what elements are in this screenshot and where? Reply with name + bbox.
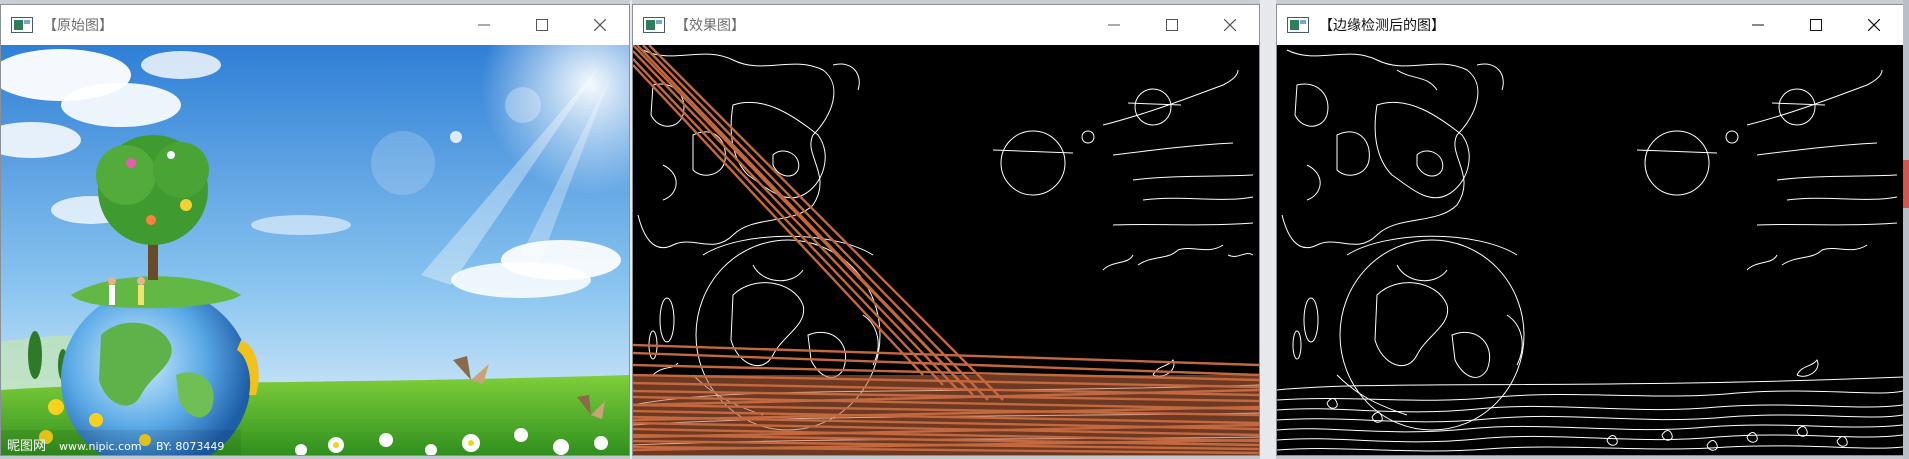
image-window-icon (11, 15, 37, 35)
close-button[interactable] (1201, 5, 1259, 45)
canny-edges-image (1277, 45, 1903, 455)
maximize-button[interactable] (513, 5, 571, 45)
minimize-icon (478, 24, 490, 26)
minimize-button[interactable] (1085, 5, 1143, 45)
window-titlebar[interactable]: 【边缘检测后的图】 (1277, 5, 1903, 45)
minimize-icon (1108, 24, 1120, 26)
watermark-url-text: www.nipic.com (59, 440, 142, 453)
window-titlebar[interactable]: 【原始图】 (1, 5, 629, 45)
maximize-icon (1810, 19, 1822, 31)
close-icon (594, 19, 606, 31)
maximize-icon (1166, 19, 1178, 31)
original-scene-image: 昵图网 www.nipic.com BY: 8073449 (1, 45, 629, 455)
edge-image-canvas (1277, 45, 1903, 455)
watermark-author-text: BY: 8073449 (156, 440, 224, 453)
window-titlebar[interactable]: 【效果图】 (633, 5, 1259, 45)
maximize-button[interactable] (1787, 5, 1845, 45)
close-icon (1868, 19, 1880, 31)
maximize-button[interactable] (1143, 5, 1201, 45)
image-window-icon (643, 15, 669, 35)
desktop-accent-bar (1903, 160, 1909, 208)
minimize-button[interactable] (1729, 5, 1787, 45)
effect-image-window[interactable]: 【效果图】 (632, 4, 1260, 456)
window-title: 【效果图】 (675, 18, 745, 34)
close-icon (1224, 19, 1236, 31)
minimize-button[interactable] (455, 5, 513, 45)
minimize-icon (1752, 24, 1764, 26)
original-image-window[interactable]: 【原始图】 昵图网 www.nipic.com BY: 8073449 (0, 4, 630, 456)
hough-lines-image (633, 45, 1259, 455)
window-title: 【原始图】 (43, 18, 113, 34)
maximize-icon (536, 19, 548, 31)
close-button[interactable] (571, 5, 629, 45)
edge-detection-window[interactable]: 【边缘检测后的图】 (1276, 4, 1904, 456)
watermark-site-text: 昵图网 (7, 439, 46, 454)
original-image-canvas: 昵图网 www.nipic.com BY: 8073449 (1, 45, 629, 455)
close-button[interactable] (1845, 5, 1903, 45)
desktop-right-edge (1903, 0, 1909, 459)
image-window-icon (1287, 15, 1313, 35)
effect-image-canvas (633, 45, 1259, 455)
window-title: 【边缘检测后的图】 (1319, 18, 1445, 34)
desktop-gap (1260, 0, 1276, 459)
